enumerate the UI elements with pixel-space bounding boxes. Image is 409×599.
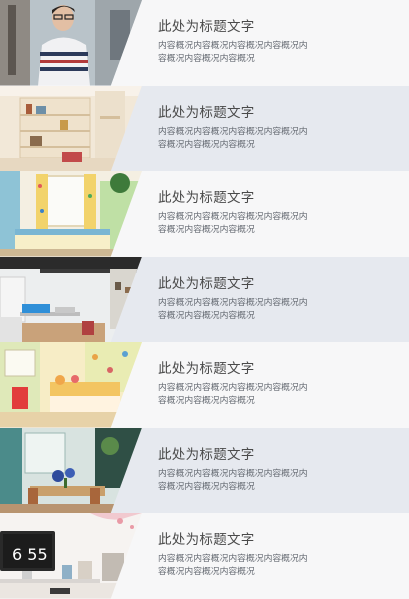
item-title: 此处为标题文字 bbox=[158, 446, 255, 463]
clock-text: 6 55 bbox=[12, 545, 48, 564]
item-description: 内容概况内容概况内容概况内容概况内容概况内容概况内容概况 bbox=[158, 468, 308, 492]
list-item[interactable]: 此处为标题文字 内容概况内容概况内容概况内容概况内容概况内容概况内容概况 bbox=[0, 0, 409, 86]
item-description: 内容概况内容概况内容概况内容概况内容概况内容概况内容概况 bbox=[158, 383, 308, 406]
item-title: 此处为标题文字 bbox=[158, 19, 255, 35]
list-item[interactable]: 此处为标题文字 内容概况内容概况内容概况内容概况内容概况内容概况内容概况 bbox=[0, 85, 409, 171]
list-item[interactable]: 6 55 此处为标题文字 内容概况内容概况内容概况内容概况内容概况内容概况内容概… bbox=[0, 513, 409, 599]
item-text: 此处为标题文字 内容概况内容概况内容概况内容概况内容概况内容概况内容概况 bbox=[158, 276, 398, 323]
item-title: 此处为标题文字 bbox=[158, 104, 255, 121]
item-text: 此处为标题文字 内容概况内容概况内容概况内容概况内容概况内容概况内容概况 bbox=[158, 19, 398, 66]
item-text: 此处为标题文字 内容概况内容概况内容概况内容概况内容概况内容概况内容概况 bbox=[158, 105, 398, 152]
list-item[interactable]: 此处为标题文字 内容概况内容概况内容概况内容概况内容概况内容概况内容概况 bbox=[0, 256, 409, 342]
item-title: 此处为标题文字 bbox=[158, 190, 255, 206]
item-image bbox=[0, 171, 142, 257]
item-title: 此处为标题文字 bbox=[158, 361, 255, 377]
item-text: 此处为标题文字 内容概况内容概况内容概况内容概况内容概况内容概况内容概况 bbox=[158, 361, 398, 408]
content-list: 此处为标题文字 内容概况内容概况内容概况内容概况内容概况内容概况内容概况 此处为… bbox=[0, 0, 409, 599]
item-image bbox=[0, 85, 142, 171]
item-image bbox=[0, 342, 142, 428]
item-image bbox=[0, 256, 142, 342]
list-item[interactable]: 此处为标题文字 内容概况内容概况内容概况内容概况内容概况内容概况内容概况 bbox=[0, 342, 409, 428]
item-text: 此处为标题文字 内容概况内容概况内容概况内容概况内容概况内容概况内容概况 bbox=[158, 190, 398, 237]
item-description: 内容概况内容概况内容概况内容概况内容概况内容概况内容概况 bbox=[158, 212, 308, 235]
item-description: 内容概况内容概况内容概况内容概况内容概况内容概况内容概况 bbox=[158, 554, 308, 577]
item-description: 内容概况内容概况内容概况内容概况内容概况内容概况内容概况 bbox=[158, 297, 308, 321]
item-title: 此处为标题文字 bbox=[158, 532, 255, 548]
item-text: 此处为标题文字 内容概况内容概况内容概况内容概况内容概况内容概况内容概况 bbox=[158, 532, 398, 579]
item-image bbox=[0, 0, 142, 86]
list-item[interactable]: 此处为标题文字 内容概况内容概况内容概况内容概况内容概况内容概况内容概况 bbox=[0, 171, 409, 257]
item-text: 此处为标题文字 内容概况内容概况内容概况内容概况内容概况内容概况内容概况 bbox=[158, 447, 398, 494]
item-description: 内容概况内容概况内容概况内容概况内容概况内容概况内容概况 bbox=[158, 126, 308, 150]
item-description: 内容概况内容概况内容概况内容概况内容概况内容概况内容概况 bbox=[158, 41, 308, 64]
item-title: 此处为标题文字 bbox=[158, 275, 255, 292]
item-image bbox=[0, 427, 142, 513]
item-image: 6 55 bbox=[0, 513, 142, 599]
list-item[interactable]: 此处为标题文字 内容概况内容概况内容概况内容概况内容概况内容概况内容概况 bbox=[0, 427, 409, 513]
